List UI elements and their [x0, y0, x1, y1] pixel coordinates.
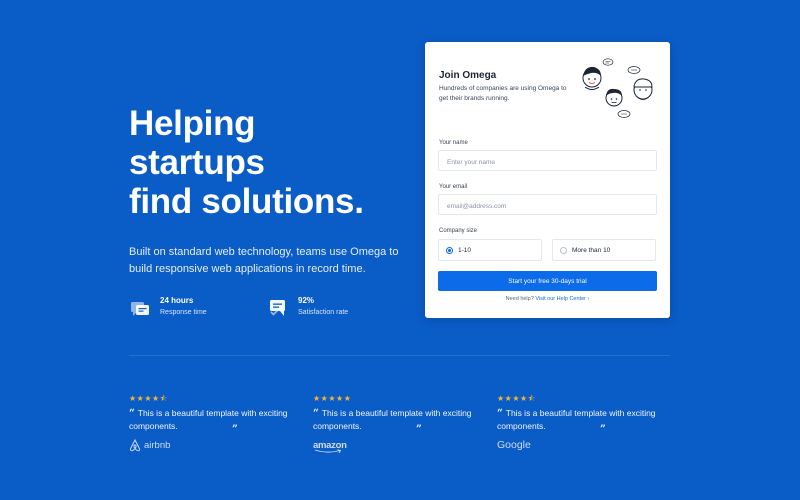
close-quote-icon: ” — [416, 424, 422, 435]
open-quote-icon: “ — [497, 408, 503, 419]
stat-label: Satisfaction rate — [298, 309, 349, 316]
people-illustration — [582, 58, 653, 118]
review-quote: “This is a beautiful template with excit… — [497, 407, 672, 436]
stat-response-time: 24 hours Response time — [129, 296, 219, 319]
review-card: ★★★★⯪ “This is a beautiful template with… — [129, 394, 304, 452]
star-rating-icon: ★★★★★ — [313, 394, 352, 403]
open-quote-icon: “ — [129, 408, 135, 419]
company-size-option-1-10[interactable]: 1-10 — [438, 239, 542, 261]
stats-row: 24 hours Response time 92% Satisfaction … — [129, 296, 399, 319]
stat-value: 92% — [298, 296, 315, 305]
chevron-right-icon: › — [587, 296, 590, 302]
google-logo: Google — [497, 438, 672, 452]
amazon-logo: amazon — [313, 438, 488, 454]
review-card: ★★★★⯪ “This is a beautiful template with… — [497, 394, 672, 452]
review-quote: “This is a beautiful template with excit… — [129, 407, 304, 436]
hero-title: Helping startups find solutions. — [129, 104, 399, 221]
help-text: Need help? — [505, 296, 534, 302]
help-line: Need help? Visit our Help Center › — [425, 296, 670, 302]
email-input[interactable] — [439, 197, 656, 216]
help-center-link[interactable]: Visit our Help Center › — [535, 296, 589, 302]
star-rating-icon: ★★★★⯪ — [129, 394, 168, 403]
section-divider — [129, 355, 670, 356]
help-center-link-label: Visit our Help Center — [535, 296, 586, 302]
signup-card: Join Omega Hundreds of companies are usi… — [425, 42, 670, 318]
hero-title-line1: Helping startups — [129, 104, 265, 182]
airbnb-logo: airbnb — [129, 438, 304, 452]
stat-label: Response time — [160, 309, 207, 316]
name-field-wrapper — [438, 150, 657, 172]
radio-selected-icon[interactable] — [446, 246, 453, 254]
chat-check-icon — [270, 300, 285, 316]
hero-title-line2: find solutions. — [129, 182, 364, 221]
name-label: Your name — [439, 140, 468, 146]
stat-value: 24 hours — [160, 296, 194, 305]
email-label: Your email — [439, 184, 468, 190]
hero-subtitle: Built on standard web technology, teams … — [129, 246, 399, 275]
form-subtitle: Hundreds of companies are using Omega to… — [439, 85, 567, 102]
company-size-label: Company size — [439, 228, 478, 234]
review-quote: “This is a beautiful template with excit… — [313, 407, 488, 436]
amazon-smile-icon — [314, 449, 342, 454]
star-rating-icon: ★★★★⯪ — [497, 394, 536, 403]
radio-label: More than 10 — [572, 246, 611, 254]
open-quote-icon: “ — [313, 408, 319, 419]
email-field-wrapper — [438, 194, 657, 216]
review-text: This is a beautiful template with exciti… — [497, 408, 656, 431]
brand-name: Google — [497, 439, 531, 451]
radio-label: 1-10 — [458, 246, 472, 254]
company-size-option-more-than-10[interactable]: More than 10 — [552, 239, 656, 261]
name-input[interactable] — [439, 153, 656, 172]
radio-unselected-icon[interactable] — [560, 246, 567, 254]
form-title: Join Omega — [439, 70, 497, 81]
start-trial-button[interactable]: Start your free 30-days trial — [438, 271, 657, 291]
hero-section: Helping startups find solutions. Built o… — [129, 104, 399, 319]
close-quote-icon: ” — [600, 424, 606, 435]
stat-satisfaction: 92% Satisfaction rate — [267, 296, 357, 319]
close-quote-icon: ” — [232, 424, 238, 435]
brand-name: airbnb — [144, 439, 171, 451]
review-card: ★★★★★ “This is a beautiful template with… — [313, 394, 488, 454]
review-text: This is a beautiful template with exciti… — [129, 408, 288, 431]
review-text: This is a beautiful template with exciti… — [313, 408, 472, 431]
chat-bubbles-icon — [131, 302, 149, 316]
airbnb-mark-icon — [129, 438, 141, 451]
